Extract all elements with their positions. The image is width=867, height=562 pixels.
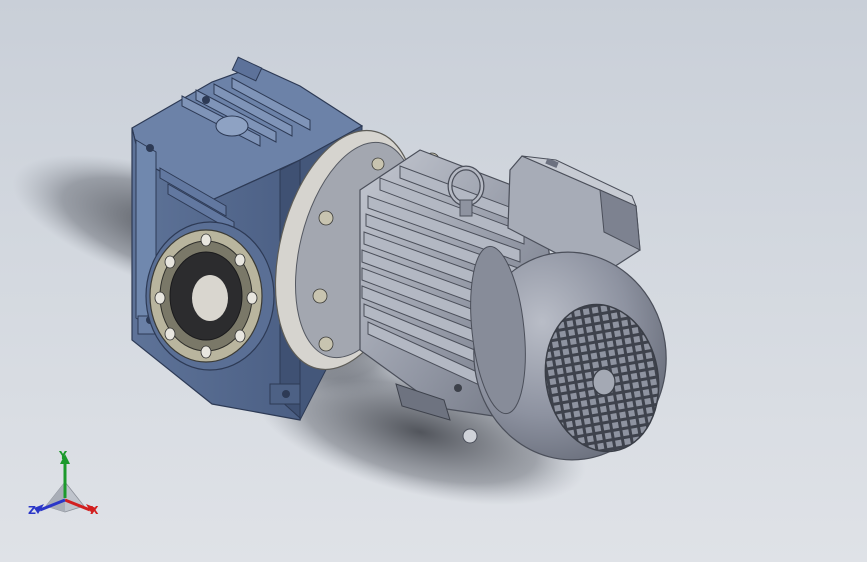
fan-hub [592,368,616,396]
graphics-viewport[interactable]: Y X Z [0,0,867,562]
output-bore [192,275,228,321]
model-geometry[interactable] [0,0,867,562]
triad-z-label: Z [28,504,36,517]
view-orientation-triad[interactable]: Y X Z [22,448,108,528]
output-flange[interactable] [145,221,275,371]
triad-x-label: X [90,504,99,517]
triad-y-label: Y [59,449,67,462]
gearbox-top-boss [215,115,249,137]
